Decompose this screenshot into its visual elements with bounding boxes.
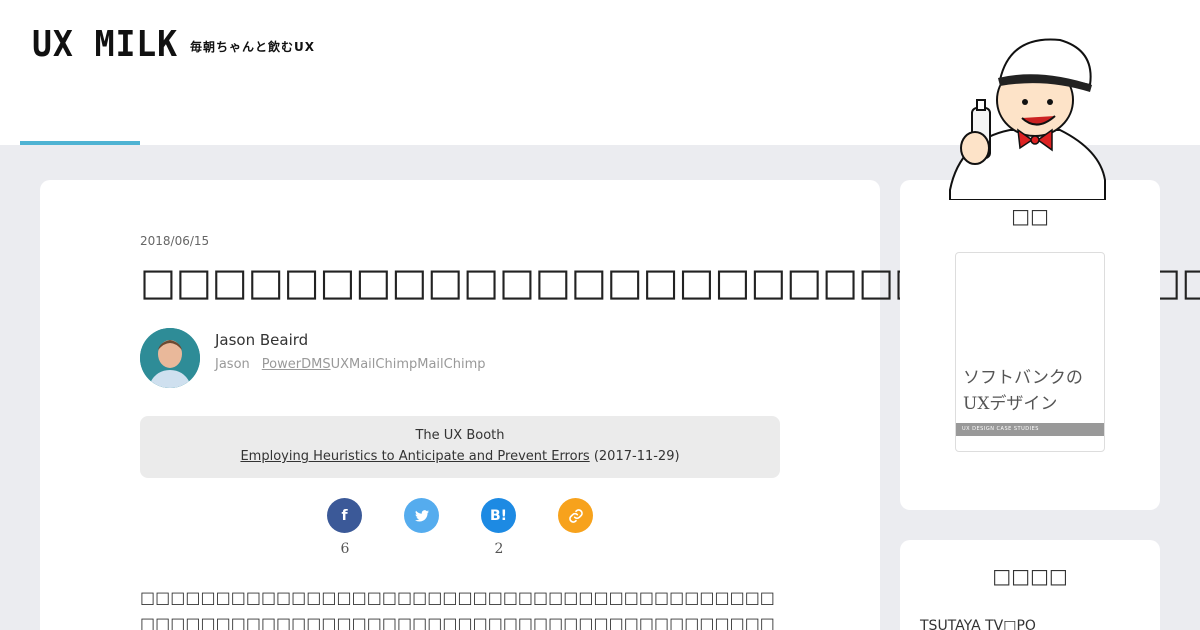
sidebar-book-card: □□ ソフトバンクの UXデザイン UX DESIGN CASE STUDIES [900,180,1160,510]
source-article-link[interactable]: Employing Heuristics to Anticipate and P… [240,449,589,464]
author-name[interactable]: Jason Beaird [215,331,308,349]
source-line: Employing Heuristics to Anticipate and P… [140,449,780,464]
sidebar-ranking-card: □□□□ TSUTAYA TV□PO [900,540,1160,630]
twitter-icon[interactable] [404,498,439,533]
author-bio: Jason PowerDMSUXMailChimpMailChimp [215,357,486,372]
nav-active-indicator [20,141,140,145]
milkman-mascot-icon [949,38,1106,200]
link-icon[interactable] [558,498,593,533]
article-date: 2018/06/15 [140,234,210,248]
share-count: 2 [494,541,504,557]
logo-text[interactable]: UX MILK [32,26,178,64]
book-cover-line2: UXデザイン [963,394,1058,414]
facebook-icon[interactable]: f [327,498,362,533]
article-body: □□□□□□□□□□□□□□□□□□□□□□□□□□□□□□□□□□□□□□□□… [140,588,775,630]
share-twitter[interactable] [404,498,440,557]
book-cover-text: ソフトバンクの UXデザイン [963,365,1083,417]
share-count [558,541,594,557]
share-count: 6 [340,541,350,557]
share-copy-link[interactable] [558,498,594,557]
share-count [404,541,440,557]
source-box: The UX Booth Employing Heuristics to Ant… [140,416,780,478]
share-facebook[interactable]: f 6 [327,498,363,557]
book-band: UX DESIGN CASE STUDIES [956,423,1104,436]
share-hatena[interactable]: B! 2 [481,498,517,557]
site-logo[interactable]: UX MILK 毎朝ちゃんと飲むUX [32,26,314,64]
author-avatar[interactable] [140,328,200,388]
author-company-link[interactable]: PowerDMS [262,357,331,372]
sidebar-book-title: □□ [1011,204,1049,228]
author-photo-icon [140,328,200,388]
source-date: (2017-11-29) [593,449,680,464]
logo-tagline: 毎朝ちゃんと飲むUX [190,40,315,54]
article-card: 2018/06/15 □□□□□□□□□□□□□□□□□□□□□□□□□□□□□… [40,180,1200,630]
book-cover[interactable]: ソフトバンクの UXデザイン UX DESIGN CASE STUDIES [955,252,1105,452]
hatena-bookmark-icon[interactable]: B! [481,498,516,533]
source-name: The UX Booth [415,428,505,443]
author-bio-prefix: Jason [215,357,250,372]
book-cover-line1: ソフトバンクの [963,368,1083,388]
author-bio-suffix: UXMailChimpMailChimp [330,357,486,372]
sidebar-ranking-title: □□□□ [992,564,1068,588]
ranking-item[interactable]: TSUTAYA TV□PO [920,618,1036,630]
